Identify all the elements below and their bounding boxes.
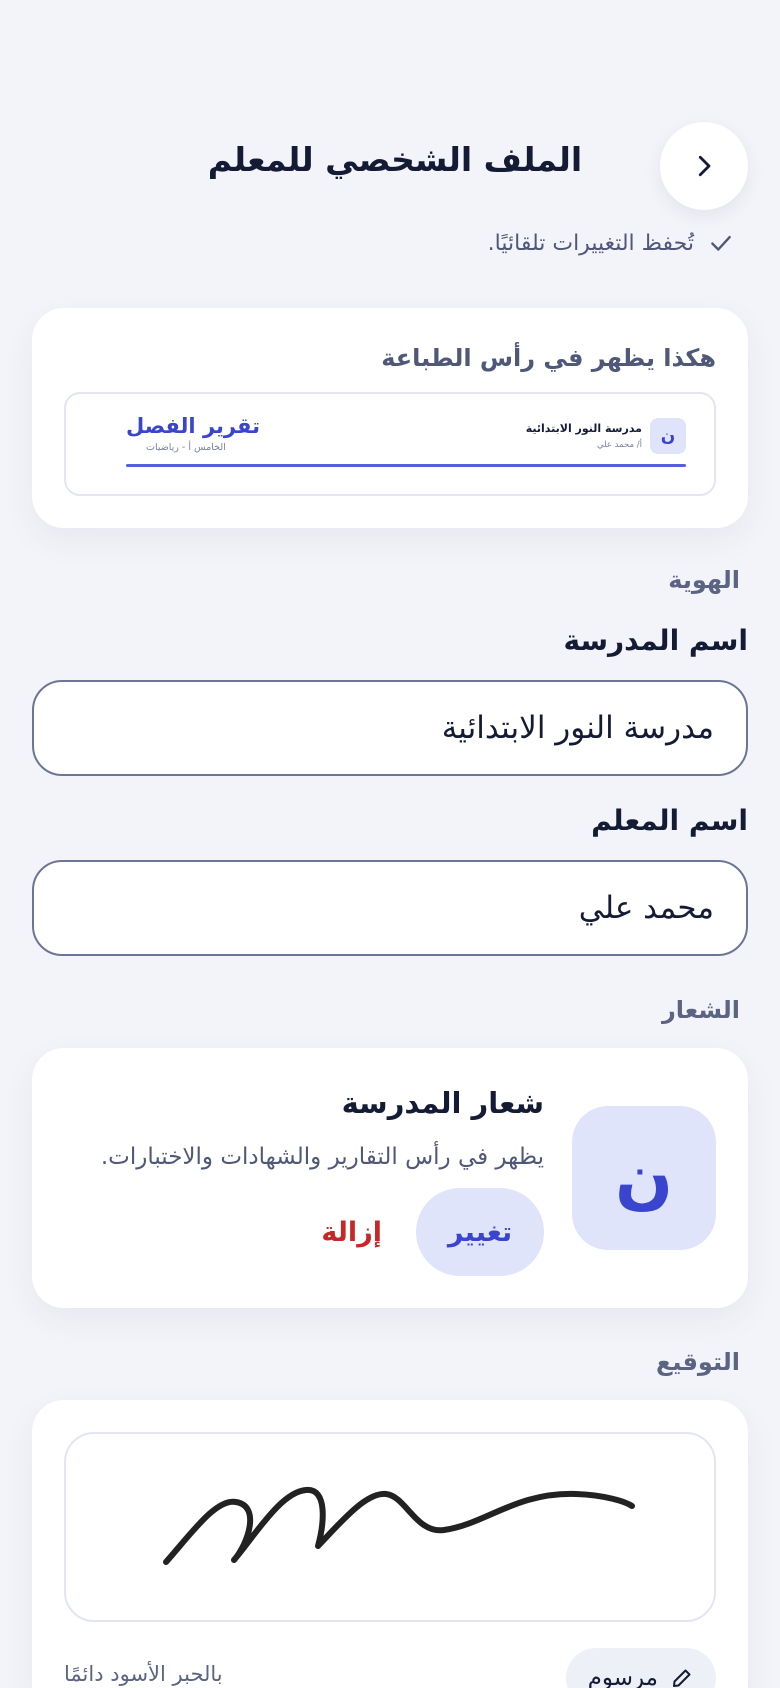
preview-report-title: تقرير الفصل <box>126 414 260 438</box>
print-preview-heading: هكذا يظهر في رأس الطباعة <box>381 344 716 372</box>
signature-section-label: التوقيع <box>656 1348 740 1376</box>
preview-divider <box>126 464 686 467</box>
autosave-status: تُحفظ التغييرات تلقائيًا. <box>488 230 734 256</box>
page-title: الملف الشخصي للمعلم <box>207 140 583 179</box>
autosave-text: تُحفظ التغييرات تلقائيًا. <box>487 230 694 256</box>
preview-school-name: مدرسة النور الابتدائية <box>525 422 642 435</box>
teacher-name-input[interactable] <box>32 860 748 956</box>
signature-mode-button[interactable]: مرسوم <box>565 1648 716 1688</box>
school-name-input[interactable] <box>32 680 748 776</box>
print-header-preview: ن مدرسة النور الابتدائية أ/ محمد علي تقر… <box>64 392 716 496</box>
print-preview-card: هكذا يظهر في رأس الطباعة ن مدرسة النور ا… <box>32 308 748 528</box>
remove-logo-button[interactable]: إزالة <box>313 1188 390 1276</box>
school-logo-description: يظهر في رأس التقارير والشهادات والاختبار… <box>100 1144 544 1170</box>
logo-section-label: الشعار <box>661 996 740 1024</box>
school-logo-image: ن <box>572 1106 716 1250</box>
signature-card: مرسوم بالحبر الأسود دائمًا <box>32 1400 748 1688</box>
school-logo-title: شعار المدرسة <box>341 1086 544 1120</box>
signature-ink-note: بالحبر الأسود دائمًا <box>64 1662 223 1686</box>
change-logo-button[interactable]: تغيير <box>416 1188 544 1276</box>
teacher-profile-screen: الملف الشخصي للمعلم تُحفظ التغييرات تلقا… <box>0 0 780 1688</box>
signature-pad[interactable] <box>64 1432 716 1622</box>
preview-class-line: الخامس أ - رياضيات <box>146 442 226 453</box>
preview-teacher-name: أ/ محمد علي <box>596 440 642 450</box>
signature-drawing <box>163 1487 635 1565</box>
school-logo-card: ن شعار المدرسة يظهر في رأس التقارير والش… <box>32 1048 748 1308</box>
preview-logo: ن <box>650 418 686 454</box>
check-icon <box>711 235 731 251</box>
identity-section-label: الهوية <box>668 566 740 594</box>
school-name-label: اسم المدرسة <box>563 624 748 657</box>
signature-mode-label: مرسوم <box>587 1665 658 1688</box>
pencil-icon <box>673 1669 691 1687</box>
teacher-name-label: اسم المعلم <box>591 804 748 837</box>
